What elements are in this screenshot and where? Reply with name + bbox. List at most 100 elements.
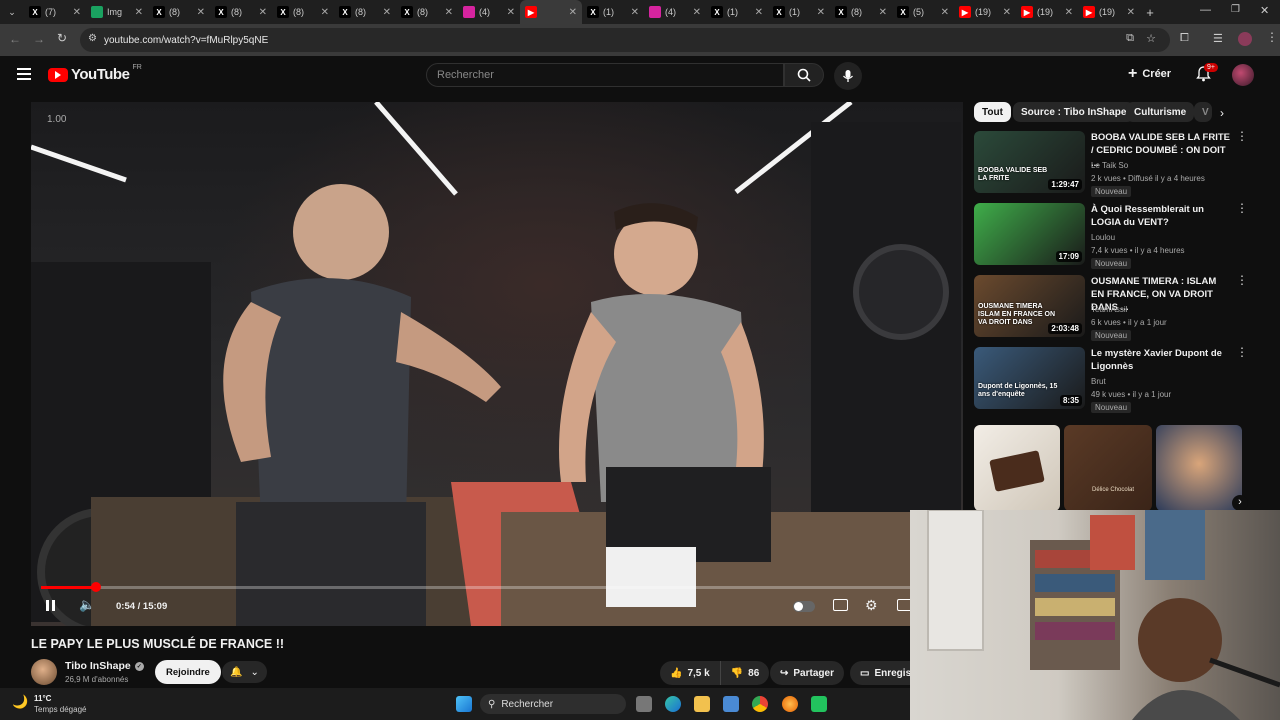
browser-tab[interactable]: Img ✕ xyxy=(86,0,148,24)
tab-close-icon[interactable]: ✕ xyxy=(817,7,825,18)
browser-tab[interactable]: ▶ ✕ xyxy=(520,0,582,24)
video-thumbnail[interactable]: BOOBA VALIDE SEB LA FRITE 1:29:47 xyxy=(974,131,1085,193)
browser-tab[interactable]: X (5) ✕ xyxy=(892,0,954,24)
browser-tab[interactable]: (4) ✕ xyxy=(644,0,706,24)
create-button[interactable]: + Créer xyxy=(1128,65,1171,83)
tab-close-icon[interactable]: ✕ xyxy=(1003,7,1011,18)
file-explorer-icon[interactable] xyxy=(694,696,710,712)
tab-close-icon[interactable]: ✕ xyxy=(259,7,267,18)
progress-scrubber[interactable] xyxy=(90,582,101,592)
recommended-video[interactable]: BOOBA VALIDE SEB LA FRITE 1:29:47 BOOBA … xyxy=(974,130,1248,197)
tab-close-icon[interactable]: ✕ xyxy=(135,7,143,18)
hamburger-menu-icon[interactable] xyxy=(17,68,31,80)
short-thumbnail[interactable] xyxy=(1156,425,1242,511)
tab-close-icon[interactable]: ✕ xyxy=(1127,7,1135,18)
chrome-menu-icon[interactable]: ⋮ xyxy=(1266,30,1278,44)
dislike-button[interactable]: 👎 86 xyxy=(721,661,770,685)
recommended-video[interactable]: Dupont de Ligonnès, 15 ans d'enquête 8:3… xyxy=(974,346,1248,413)
new-tab-button[interactable]: + xyxy=(1140,5,1160,20)
video-player[interactable]: 1.00 🔈 0:54 / 15:09 ⚙ xyxy=(31,102,963,626)
browser-tab[interactable]: X (8) ✕ xyxy=(334,0,396,24)
tab-close-icon[interactable]: ✕ xyxy=(755,7,763,18)
video-thumbnail[interactable]: Dupont de Ligonnès, 15 ans d'enquête 8:3… xyxy=(974,347,1085,409)
store-icon[interactable] xyxy=(723,696,739,712)
short-thumbnail[interactable] xyxy=(974,425,1060,511)
browser-tab[interactable]: X (8) ✕ xyxy=(148,0,210,24)
app-icon[interactable] xyxy=(811,696,827,712)
browser-tab[interactable]: X (1) ✕ xyxy=(768,0,830,24)
tab-close-icon[interactable]: ✕ xyxy=(445,7,453,18)
share-button[interactable]: ↪ Partager xyxy=(770,661,844,685)
browser-tab[interactable]: X (8) ✕ xyxy=(396,0,458,24)
url-field[interactable]: ⚙ youtube.com/watch?v=fMuRlpy5qNE ⧉ ☆ xyxy=(80,28,1170,52)
filter-chip[interactable]: Source : Tibo InShape xyxy=(1013,102,1135,122)
browser-tab[interactable]: X (1) ✕ xyxy=(582,0,644,24)
browser-tab[interactable]: X (8) ✕ xyxy=(830,0,892,24)
filter-chip[interactable]: Tout xyxy=(974,102,1011,122)
browser-tab[interactable]: ▶ (19) ✕ xyxy=(954,0,1016,24)
pause-button[interactable] xyxy=(46,600,55,611)
tab-close-icon[interactable]: ✕ xyxy=(569,7,577,18)
video-title[interactable]: À Quoi Ressemblerait un LOGIA du VENT? xyxy=(1091,203,1231,229)
tab-list-menu-icon[interactable]: ⌄ xyxy=(0,0,24,24)
browser-tab[interactable]: ▶ (19) ✕ xyxy=(1078,0,1140,24)
forward-icon[interactable]: → xyxy=(33,32,45,46)
edge-icon[interactable] xyxy=(665,696,681,712)
maximize-icon[interactable]: ❐ xyxy=(1231,4,1240,15)
video-title[interactable]: Le mystère Xavier Dupont de Ligonnès xyxy=(1091,347,1231,373)
filter-chip[interactable]: Culturisme xyxy=(1126,102,1195,122)
tab-close-icon[interactable]: ✕ xyxy=(1065,7,1073,18)
search-input[interactable]: Rechercher xyxy=(426,63,784,87)
autoplay-toggle[interactable] xyxy=(793,601,815,612)
tab-close-icon[interactable]: ✕ xyxy=(693,7,701,18)
task-view-icon[interactable] xyxy=(636,696,652,712)
channel-name[interactable]: Brut xyxy=(1091,377,1106,386)
tab-close-icon[interactable]: ✕ xyxy=(321,7,329,18)
short-thumbnail[interactable]: Délice Chocolat xyxy=(1064,425,1152,511)
browser-tab[interactable]: X (7) ✕ xyxy=(24,0,86,24)
browser-tab[interactable]: X (8) ✕ xyxy=(210,0,272,24)
weather-icon[interactable]: 🌙 xyxy=(12,694,28,710)
chrome-icon[interactable] xyxy=(752,696,768,712)
subscribe-bell-button[interactable]: 🔔 ⌄ xyxy=(222,661,267,683)
more-options-icon[interactable]: ⋮ xyxy=(1236,202,1248,214)
search-button[interactable] xyxy=(784,63,824,87)
volume-icon[interactable]: 🔈 xyxy=(79,597,95,613)
channel-name[interactable]: TeamAssil xyxy=(1091,305,1127,314)
join-button[interactable]: Rejoindre xyxy=(155,660,221,684)
channel-name[interactable]: Loulou xyxy=(1091,233,1115,242)
taskbar-search[interactable]: ⚲ Rechercher xyxy=(480,694,626,714)
like-button[interactable]: 👍 7,5 k xyxy=(660,661,721,685)
tab-close-icon[interactable]: ✕ xyxy=(73,7,81,18)
more-options-icon[interactable]: ⋮ xyxy=(1236,130,1248,142)
shorts-next-icon[interactable]: › xyxy=(1232,495,1248,511)
account-avatar[interactable] xyxy=(1232,64,1254,86)
recommended-video[interactable]: OUSMANE TIMERA ISLAM EN FRANCE ON VA DRO… xyxy=(974,274,1248,341)
browser-tab[interactable]: ▶ (19) ✕ xyxy=(1016,0,1078,24)
voice-search-button[interactable] xyxy=(834,62,862,90)
tab-search-icon[interactable]: ☰ xyxy=(1213,32,1223,45)
minimize-icon[interactable]: — xyxy=(1200,4,1211,16)
reload-icon[interactable]: ↻ xyxy=(57,31,67,45)
browser-tab[interactable]: X (1) ✕ xyxy=(706,0,768,24)
more-options-icon[interactable]: ⋮ xyxy=(1236,346,1248,358)
recommended-video[interactable]: 17:09 À Quoi Ressemblerait un LOGIA du V… xyxy=(974,202,1248,269)
browser-tab[interactable]: (4) ✕ xyxy=(458,0,520,24)
browser-tab[interactable]: X (8) ✕ xyxy=(272,0,334,24)
profile-avatar[interactable] xyxy=(1238,32,1252,46)
progress-bar[interactable] xyxy=(41,582,953,592)
youtube-logo[interactable]: YouTube FR xyxy=(48,64,142,83)
tab-close-icon[interactable]: ✕ xyxy=(941,7,949,18)
install-app-icon[interactable]: ⧉ xyxy=(1126,32,1134,45)
site-info-icon[interactable]: ⚙ xyxy=(88,33,97,44)
chips-next-icon[interactable]: › xyxy=(1220,106,1224,120)
notifications-button[interactable]: 9+ xyxy=(1196,63,1218,87)
channel-name[interactable]: Le Taik So xyxy=(1091,161,1128,170)
bookmark-star-icon[interactable]: ☆ xyxy=(1146,32,1156,45)
tab-close-icon[interactable]: ✕ xyxy=(197,7,205,18)
tab-close-icon[interactable]: ✕ xyxy=(631,7,639,18)
filter-chip[interactable]: V xyxy=(1194,102,1212,122)
close-window-icon[interactable]: ✕ xyxy=(1260,4,1269,17)
windows-start-icon[interactable] xyxy=(456,696,472,712)
tab-close-icon[interactable]: ✕ xyxy=(879,7,887,18)
